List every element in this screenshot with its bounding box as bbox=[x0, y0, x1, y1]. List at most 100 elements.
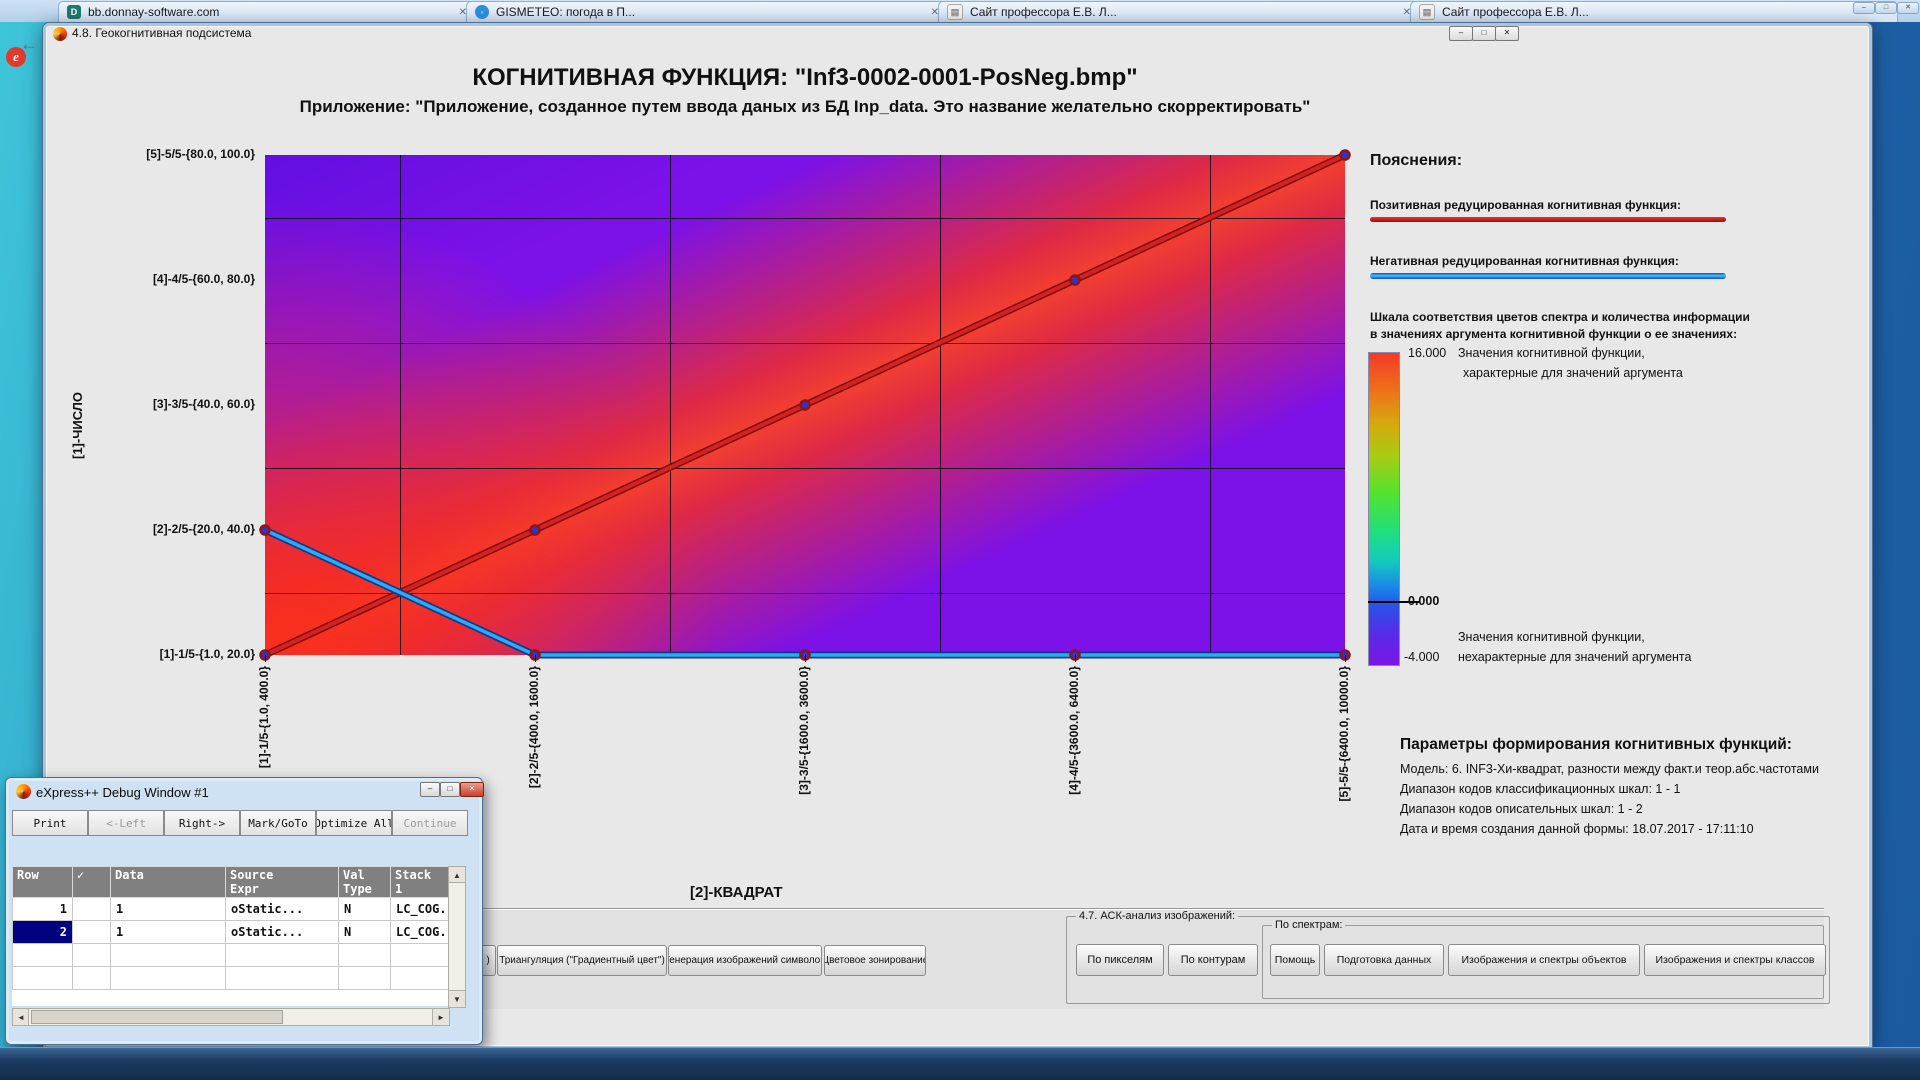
tab-title: Сайт профессора Е.В. Л... bbox=[970, 5, 1117, 19]
scale-pos-text1: Значения когнитивной функции, bbox=[1458, 346, 1645, 360]
x-tick-3: [3]-3/5-{1600.0, 3600.0} bbox=[797, 666, 811, 795]
continue-button[interactable]: Continue bbox=[392, 810, 468, 836]
page-favicon-icon: ▤ bbox=[947, 4, 963, 20]
x-tick-4: [4]-4/5-{3600.0, 6400.0} bbox=[1067, 666, 1081, 795]
spectra-group-label: По спектрам: bbox=[1272, 919, 1345, 931]
negative-function-label: Негативная редуцированная когнитивная фу… bbox=[1370, 254, 1679, 268]
scale-neg-text1: Значения когнитивной функции, bbox=[1458, 630, 1645, 644]
optimize-all-button[interactable]: Optimize All bbox=[316, 810, 392, 836]
scale-pos-text2: характерные для значений аргумента bbox=[1463, 366, 1683, 380]
debug-window-icon bbox=[16, 784, 31, 799]
x-tick-1: [1]-1/5-{1.0, 400.0} bbox=[257, 666, 271, 768]
legend-heading: Пояснения: bbox=[1370, 152, 1462, 170]
params-datetime: Дата и время создания данной формы: 18.0… bbox=[1400, 822, 1754, 836]
y-tick-3: [3]-3/5-{40.0, 60.0} bbox=[55, 397, 255, 411]
scrollbar-thumb[interactable] bbox=[31, 1010, 283, 1024]
scroll-down-icon[interactable]: ▼ bbox=[448, 990, 466, 1008]
print-button[interactable]: Print bbox=[12, 810, 88, 836]
col-check: ✓ bbox=[73, 867, 111, 898]
scale-zero-value: 0.000 bbox=[1408, 594, 1439, 608]
donnay-favicon-icon: D bbox=[67, 5, 81, 19]
debug-close-button[interactable]: ✕ bbox=[460, 782, 484, 797]
taskbar bbox=[0, 1047, 1920, 1080]
left-button[interactable]: <-Left bbox=[88, 810, 164, 836]
browser-minimize-button[interactable]: – bbox=[1853, 2, 1875, 14]
browser-close-button[interactable]: ✕ bbox=[1897, 2, 1919, 14]
x-tickmark bbox=[1345, 655, 1346, 662]
triangulation-button[interactable]: Триангуляция ("Градиентный цвет") bbox=[497, 945, 667, 976]
debug-maximize-button[interactable]: □ bbox=[440, 782, 460, 797]
color-zoning-button[interactable]: Цветовое зонирование bbox=[824, 945, 926, 976]
scroll-right-icon[interactable]: ► bbox=[432, 1008, 450, 1026]
x-tickmark bbox=[805, 655, 806, 662]
color-scale-bar bbox=[1368, 352, 1400, 666]
app-minimize-button[interactable]: – bbox=[1449, 26, 1473, 41]
browser-maximize-button[interactable]: □ bbox=[1875, 2, 1897, 14]
symbol-images-button[interactable]: Генерация изображений символов bbox=[668, 945, 822, 976]
table-row[interactable] bbox=[13, 967, 449, 990]
page-subtitle: Приложение: "Приложение, созданное путем… bbox=[120, 97, 1490, 117]
y-tick-2: [2]-2/5-{20.0, 40.0} bbox=[55, 522, 255, 536]
horizontal-scrollbar[interactable] bbox=[28, 1008, 434, 1026]
app-close-button[interactable]: ✕ bbox=[1495, 26, 1519, 41]
by-pixels-button[interactable]: По пикселям bbox=[1076, 944, 1164, 976]
params-model: Модель: 6. INF3-Хи-квадрат, разности меж… bbox=[1400, 762, 1819, 776]
negative-line-sample bbox=[1370, 273, 1726, 279]
col-val-type: Val Type bbox=[339, 867, 391, 898]
app-window-title: 4.8. Геокогнитивная подсистема bbox=[72, 26, 251, 40]
params-heading: Параметры формирования когнитивных функц… bbox=[1400, 736, 1792, 754]
x-tickmark bbox=[265, 655, 266, 662]
x-axis-title: [2]-КВАДРАТ bbox=[690, 884, 783, 901]
app-window-icon bbox=[53, 27, 67, 41]
object-spectra-button[interactable]: Изображения и спектры объектов bbox=[1448, 944, 1640, 976]
x-tickmark bbox=[1075, 655, 1076, 662]
vertical-scrollbar[interactable] bbox=[448, 882, 466, 992]
cognitive-function-lines bbox=[265, 155, 1345, 655]
tab-title: bb.donnay-software.com bbox=[88, 5, 219, 19]
gismeteo-favicon-icon: ◦ bbox=[475, 5, 489, 19]
scale-neg-text2: нехарактерные для значений аргумента bbox=[1458, 650, 1691, 664]
params-class-scales: Диапазон кодов классификационных шкал: 1… bbox=[1400, 782, 1680, 796]
class-spectra-button[interactable]: Изображения и спектры классов bbox=[1644, 944, 1826, 976]
desktop: D bb.donnay-software.com ✕ ◦ GISMETEO: п… bbox=[0, 0, 1920, 1080]
table-row[interactable]: 1 1oStatic... NLC_COG. bbox=[13, 898, 449, 921]
browser-tab-2[interactable]: ◦ GISMETEO: погода в П... ✕ bbox=[466, 1, 948, 22]
by-contours-button[interactable]: По контурам bbox=[1168, 944, 1258, 976]
col-row: Row bbox=[13, 867, 73, 898]
data-preparation-button[interactable]: Подготовка данных bbox=[1324, 944, 1444, 976]
help-button[interactable]: Помощь bbox=[1270, 944, 1320, 976]
scale-heading-line1: Шкала соответствия цветов спектра и коли… bbox=[1370, 310, 1750, 324]
mark-goto-button[interactable]: Mark/GoTo bbox=[240, 810, 316, 836]
browser-tab-3[interactable]: ▤ Сайт профессора Е.В. Л... ✕ bbox=[938, 1, 1420, 22]
col-data: Data bbox=[111, 867, 226, 898]
e-browser-icon[interactable]: e bbox=[6, 47, 26, 67]
debug-table-wrap: Row ✓ Data Source Expr Val Type Stack 1 … bbox=[12, 866, 448, 1006]
negative-function-line bbox=[265, 530, 1345, 655]
browser-tab-1[interactable]: D bb.donnay-software.com ✕ bbox=[58, 1, 476, 22]
x-tick-2: [2]-2/5-{400.0, 1600.0} bbox=[527, 666, 541, 788]
params-desc-scales: Диапазон кодов описательных шкал: 1 - 2 bbox=[1400, 802, 1643, 816]
debug-window-title: eXpress++ Debug Window #1 bbox=[36, 785, 209, 800]
page-favicon-icon: ▤ bbox=[1419, 4, 1435, 20]
negative-function-line-outline bbox=[265, 530, 1345, 655]
debug-minimize-button[interactable]: – bbox=[420, 782, 440, 797]
page-title: КОГНИТИВНАЯ ФУНКЦИЯ: "Inf3-0002-0001-Pos… bbox=[120, 64, 1490, 92]
table-row-selected[interactable]: 2 1oStatic... NLC_COG. bbox=[13, 921, 449, 944]
table-row[interactable] bbox=[13, 944, 449, 967]
x-tick-5: [5]-5/5-{6400.0, 10000.0} bbox=[1337, 666, 1351, 801]
ask-analysis-group-label: 4.7. АСК-анализ изображений: bbox=[1076, 910, 1238, 922]
scale-max-value: 16.000 bbox=[1408, 346, 1446, 360]
app-maximize-button[interactable]: □ bbox=[1472, 26, 1496, 41]
y-tick-4: [4]-4/5-{60.0, 80.0} bbox=[55, 272, 255, 286]
browser-tab-4[interactable]: ▤ Сайт профессора Е.В. Л... ✕ bbox=[1410, 1, 1898, 22]
x-tickmark bbox=[535, 655, 536, 662]
scale-heading-line2: в значениях аргумента когнитивной функци… bbox=[1370, 327, 1737, 341]
y-tick-1: [1]-1/5-{1.0, 20.0} bbox=[55, 647, 255, 661]
positive-function-label: Позитивная редуцированная когнитивная фу… bbox=[1370, 198, 1681, 212]
scale-min-value: -4.000 bbox=[1404, 650, 1439, 664]
right-button[interactable]: Right-> bbox=[164, 810, 240, 836]
tab-title: GISMETEO: погода в П... bbox=[496, 5, 635, 19]
col-stack: Stack 1 bbox=[391, 867, 449, 898]
tab-title: Сайт профессора Е.В. Л... bbox=[1442, 5, 1589, 19]
y-axis-title: [1]-ЧИСЛО bbox=[70, 392, 85, 459]
